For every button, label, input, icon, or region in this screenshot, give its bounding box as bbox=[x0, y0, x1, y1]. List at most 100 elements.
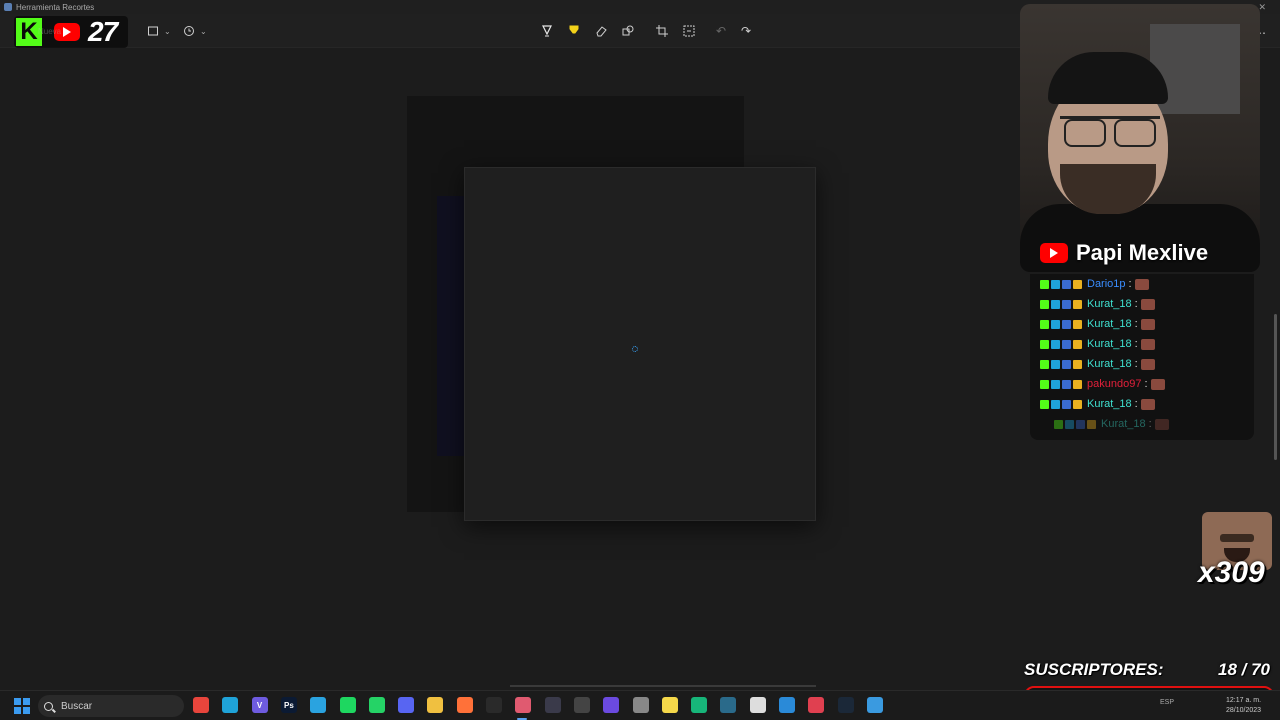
chat-username[interactable]: Kurat_18 bbox=[1087, 298, 1132, 310]
chat-badge-icon bbox=[1040, 359, 1049, 369]
steam-icon[interactable] bbox=[837, 697, 854, 713]
chat-username[interactable]: pakundo97 bbox=[1087, 378, 1141, 390]
redo-button[interactable]: ↷ bbox=[737, 22, 755, 40]
screen: Herramienta Recortes ✕ ⌄ ⌄ ↶ ↷ ⋯ K 27 Nu… bbox=[0, 0, 1280, 720]
youtube-icon bbox=[1040, 243, 1068, 263]
chevron-down-icon: ⌄ bbox=[200, 26, 207, 36]
clock-time: 12:17 a. m. bbox=[1226, 697, 1262, 704]
snipping-tool-icon[interactable] bbox=[515, 697, 532, 713]
clock-date: 28/10/2023 bbox=[1226, 707, 1262, 714]
chat-username[interactable]: Kurat_18 bbox=[1101, 418, 1146, 430]
edge-icon[interactable] bbox=[222, 697, 239, 713]
chat-emote-icon bbox=[1140, 398, 1155, 410]
chat-badge-icon bbox=[1051, 299, 1060, 309]
text-actions-button[interactable] bbox=[680, 22, 698, 40]
chat-badge-icon bbox=[1040, 339, 1049, 349]
window-title: Herramienta Recortes bbox=[16, 2, 95, 12]
captured-front-window bbox=[464, 167, 816, 521]
vscode-icon[interactable] bbox=[779, 697, 795, 713]
subs-label: SUSCRIPTORES: bbox=[1024, 660, 1164, 679]
git-icon[interactable] bbox=[749, 697, 766, 713]
chat-username[interactable]: Dario1p bbox=[1087, 278, 1126, 290]
undo-icon: ↶ bbox=[715, 24, 727, 38]
chat-badge-icon bbox=[1073, 359, 1082, 369]
search-icon bbox=[44, 701, 53, 711]
chat-emote-icon bbox=[1154, 418, 1169, 430]
epic-games-icon[interactable] bbox=[486, 697, 502, 713]
crop-icon bbox=[653, 22, 671, 40]
chat-message: pakundo97: bbox=[1040, 377, 1165, 391]
tray-clock[interactable]: 12:17 a. m. 28/10/2023 bbox=[1226, 696, 1261, 716]
new-snip-label[interactable]: Nueva bbox=[38, 27, 61, 36]
firefox-icon[interactable] bbox=[456, 697, 473, 713]
cortana-icon[interactable] bbox=[603, 697, 620, 713]
vivaldi-icon[interactable]: V bbox=[251, 697, 268, 713]
highlighter-button[interactable] bbox=[565, 22, 583, 40]
chat-colon: : bbox=[1148, 418, 1152, 430]
chat-badge-icon bbox=[1051, 279, 1060, 289]
chat-badge-icon bbox=[1062, 279, 1071, 289]
remote-app-icon[interactable] bbox=[866, 697, 883, 713]
chat-badge-icon bbox=[1062, 399, 1071, 409]
file-explorer-icon[interactable] bbox=[427, 697, 444, 713]
chat-badge-icon bbox=[1040, 379, 1049, 389]
windows-start-icon[interactable] bbox=[14, 698, 30, 714]
overlay-counter: 27 bbox=[88, 16, 118, 47]
chat-badge-icon bbox=[1040, 299, 1049, 309]
chat-username[interactable]: Kurat_18 bbox=[1087, 358, 1132, 370]
eraser-button[interactable] bbox=[592, 22, 610, 40]
telegram-icon[interactable] bbox=[310, 697, 327, 713]
chat-badge-icon bbox=[1062, 339, 1071, 349]
crop-button[interactable] bbox=[653, 22, 671, 40]
spotify-icon[interactable] bbox=[339, 697, 356, 713]
chat-badge-icon bbox=[1073, 319, 1082, 329]
qr-app-icon[interactable] bbox=[632, 697, 649, 713]
chat-message: Kurat_18: bbox=[1040, 297, 1155, 311]
chat-username[interactable]: Kurat_18 bbox=[1087, 398, 1132, 410]
chat-colon: : bbox=[1128, 278, 1132, 290]
whatsapp-icon[interactable] bbox=[368, 697, 385, 713]
sticky-notes-icon[interactable] bbox=[661, 697, 678, 713]
text-actions-icon bbox=[680, 22, 698, 40]
chat-badge-icon bbox=[1040, 279, 1049, 289]
chat-emote-icon bbox=[1140, 318, 1155, 330]
chat-badge-icon bbox=[1051, 359, 1060, 369]
subs-count: 18 / 70 bbox=[1218, 660, 1270, 679]
delay-button[interactable]: ⌄ bbox=[180, 22, 207, 40]
chat-username[interactable]: Kurat_18 bbox=[1087, 338, 1132, 350]
ballpoint-pen-button[interactable] bbox=[538, 22, 556, 40]
valorant-icon[interactable] bbox=[808, 697, 825, 713]
highlighter-icon bbox=[565, 22, 583, 40]
davinci-icon[interactable] bbox=[573, 697, 590, 713]
app-green-icon[interactable] bbox=[691, 697, 708, 713]
search-placeholder: Buscar bbox=[61, 700, 93, 712]
scrollbar[interactable] bbox=[1274, 314, 1277, 460]
photoshop-icon[interactable]: Ps bbox=[280, 697, 297, 713]
chat-colon: : bbox=[1134, 398, 1138, 410]
ballpoint-pen-icon bbox=[538, 22, 556, 40]
chat-colon: : bbox=[1144, 378, 1148, 390]
fish-app-icon[interactable] bbox=[720, 697, 737, 713]
chat-username[interactable]: Kurat_18 bbox=[1087, 318, 1132, 330]
kick-counter-overlay: K 27 bbox=[14, 16, 128, 48]
chrome-icon[interactable] bbox=[193, 697, 209, 713]
chat-emote-icon bbox=[1150, 378, 1165, 390]
obs-icon[interactable] bbox=[544, 697, 561, 713]
undo-button[interactable]: ↶ bbox=[712, 22, 730, 40]
chat-badge-icon bbox=[1051, 339, 1060, 349]
taskbar-search[interactable]: Buscar bbox=[38, 695, 184, 717]
captured-stripe bbox=[437, 196, 467, 456]
chat-badge-icon bbox=[1087, 419, 1096, 429]
chat-emote-icon bbox=[1140, 338, 1155, 350]
snip-mode-button[interactable]: ⌄ bbox=[144, 22, 171, 40]
chat-badge-icon bbox=[1073, 399, 1082, 409]
chat-badge-icon bbox=[1073, 299, 1082, 309]
discord-icon[interactable] bbox=[398, 697, 415, 713]
chat-badge-icon bbox=[1073, 379, 1082, 389]
tray-language[interactable]: ESP bbox=[1160, 699, 1174, 706]
chat-badge-icon bbox=[1051, 399, 1060, 409]
chat-badge-icon bbox=[1062, 319, 1071, 329]
chat-badge-icon bbox=[1051, 319, 1060, 329]
chat-badge-icon bbox=[1062, 379, 1071, 389]
shapes-button[interactable] bbox=[619, 22, 637, 40]
